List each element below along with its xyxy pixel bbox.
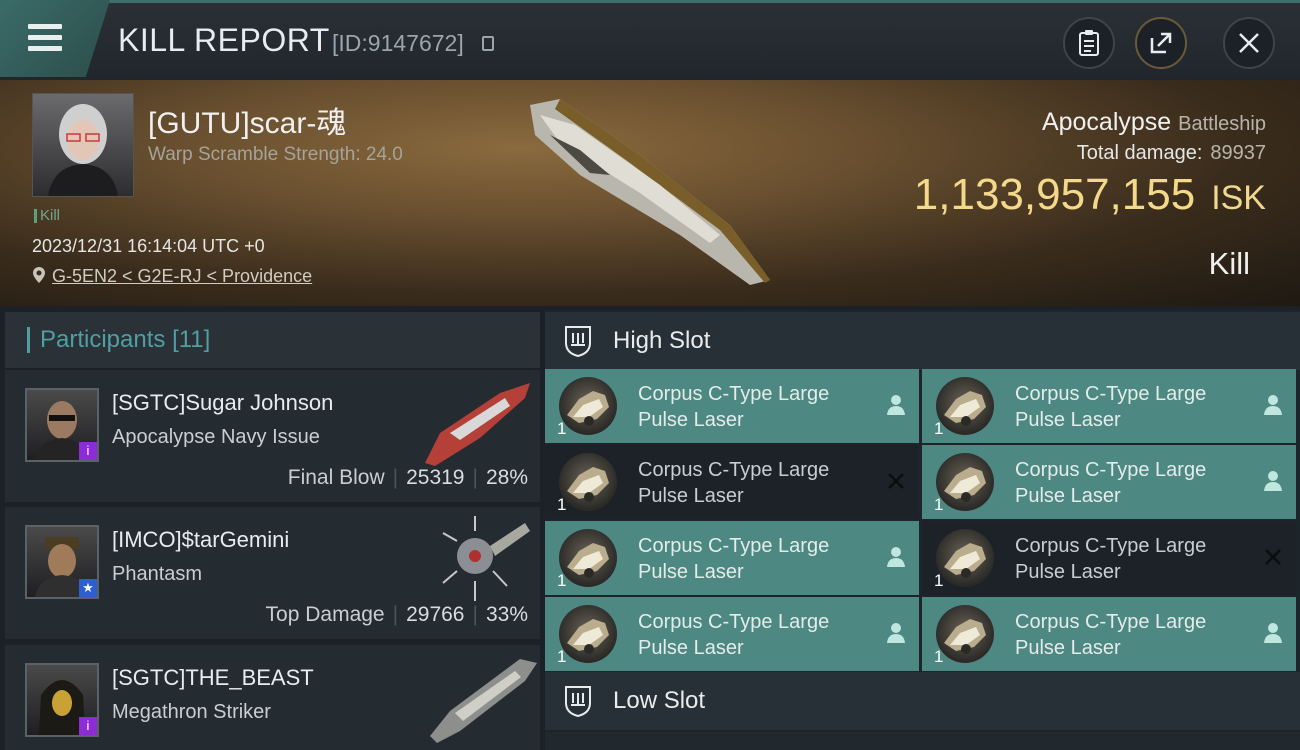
ship-name: Apocalypse bbox=[1041, 108, 1172, 136]
close-button[interactable] bbox=[1223, 17, 1275, 69]
participant-ship: Apocalypse Navy Issue bbox=[112, 426, 320, 448]
module-quantity: 1 bbox=[934, 647, 944, 666]
module-quantity: 1 bbox=[934, 495, 944, 514]
pulse-laser-icon bbox=[936, 453, 994, 511]
pulse-laser-icon bbox=[936, 605, 994, 663]
module-quantity: 1 bbox=[934, 419, 944, 438]
dropped-person-icon bbox=[1264, 395, 1282, 415]
victim-ship-image bbox=[530, 99, 770, 285]
copy-icon[interactable] bbox=[482, 36, 494, 51]
participant-ship-image bbox=[442, 516, 530, 601]
participant-ship: Megathron Striker bbox=[112, 701, 271, 723]
module-name: Corpus C-Type Large Pulse Laser bbox=[1015, 383, 1207, 431]
kill-location-link[interactable]: G-5EN2 < G2E-RJ < Providence bbox=[32, 266, 312, 287]
pulse-laser-icon bbox=[559, 377, 617, 435]
participant-name: [IMCO]$tarGemini bbox=[112, 527, 290, 552]
participant-row[interactable]: ★ [IMCO]$tarGemini Phantasm Top Damage | 2… bbox=[5, 507, 540, 639]
module-quantity: 1 bbox=[557, 571, 567, 590]
total-damage: Total damage: 89937 bbox=[1077, 142, 1266, 165]
destroyed-x-icon bbox=[1265, 549, 1281, 565]
clipboard-icon bbox=[1079, 30, 1099, 56]
pulse-laser-icon bbox=[936, 529, 994, 587]
role-badge: i bbox=[79, 717, 97, 735]
close-icon bbox=[1239, 33, 1259, 53]
ship-class: Battleship bbox=[1178, 113, 1266, 135]
participant-row[interactable]: i [SGTC]Sugar Johnson Apocalypse Navy Is… bbox=[5, 370, 540, 502]
module-name: Corpus C-Type Large Pulse Laser bbox=[638, 459, 830, 507]
kill-result: Kill bbox=[1208, 246, 1250, 281]
module-card[interactable]: 1 Corpus C-Type Large Pulse Laser bbox=[922, 521, 1296, 595]
dropped-person-icon bbox=[887, 395, 905, 415]
pulse-laser-icon bbox=[936, 377, 994, 435]
participant-stats: Top Damage | 29766 | 33% bbox=[265, 603, 528, 626]
module-quantity: 1 bbox=[557, 419, 567, 438]
dropped-person-icon bbox=[887, 623, 905, 643]
kill-tag: Kill bbox=[34, 207, 60, 224]
victim-ship[interactable]: Apocalypse Battleship bbox=[1042, 108, 1266, 137]
victim-avatar[interactable] bbox=[32, 93, 134, 197]
total-damage-value: 89937 bbox=[1210, 142, 1266, 164]
victim-name[interactable]: [GUTU]scar-魂 bbox=[148, 98, 346, 142]
module-name: Corpus C-Type Large Pulse Laser bbox=[638, 383, 830, 431]
location-pin-icon bbox=[33, 267, 45, 283]
participants-count: [11] bbox=[172, 326, 211, 353]
role-badge: i bbox=[79, 442, 97, 460]
module-card[interactable]: 1 Corpus C-Type Large Pulse Laser bbox=[922, 369, 1296, 443]
destroyed-x-icon bbox=[888, 473, 904, 489]
low-slot-modules-partial bbox=[545, 732, 1300, 750]
low-slot-icon bbox=[565, 686, 591, 717]
participant-ship: Phantasm bbox=[112, 563, 203, 585]
share-icon bbox=[1150, 32, 1172, 54]
high-slot-icon bbox=[565, 326, 591, 357]
module-card[interactable]: 1 Corpus C-Type Large Pulse Laser bbox=[545, 445, 919, 519]
dropped-person-icon bbox=[1264, 471, 1282, 491]
kill-datetime: 2023/12/31 16:14:04 UTC +0 bbox=[32, 236, 265, 256]
low-slot-title: Low Slot bbox=[613, 687, 706, 714]
participant-avatar[interactable]: i bbox=[25, 388, 99, 462]
isk-amount: 1,133,957,155 bbox=[913, 170, 1196, 219]
pulse-laser-icon bbox=[559, 529, 617, 587]
participant-avatar[interactable]: i bbox=[25, 663, 99, 737]
participant-avatar[interactable]: ★ bbox=[25, 525, 99, 599]
module-name: Corpus C-Type Large Pulse Laser bbox=[1015, 535, 1207, 583]
high-slot-title: High Slot bbox=[613, 327, 711, 354]
role-badge: ★ bbox=[79, 579, 97, 597]
participant-row[interactable]: i [SGTC]THE_BEAST Megathron Striker bbox=[5, 645, 540, 750]
dropped-person-icon bbox=[1264, 623, 1282, 643]
module-quantity: 1 bbox=[557, 495, 567, 514]
participant-name: [SGTC]THE_BEAST bbox=[112, 665, 314, 690]
page-title: KILL REPORT bbox=[118, 22, 330, 58]
module-name: Corpus C-Type Large Pulse Laser bbox=[638, 535, 830, 583]
module-quantity: 1 bbox=[934, 571, 944, 590]
isk-value: 1,133,957,155 ISK bbox=[914, 170, 1266, 220]
module-card[interactable]: 1 Corpus C-Type Large Pulse Laser bbox=[545, 369, 919, 443]
warp-scramble-strength: Warp Scramble Strength: 24.0 bbox=[148, 144, 403, 165]
low-slot-header[interactable]: Low Slot bbox=[545, 672, 1300, 730]
module-name: Corpus C-Type Large Pulse Laser bbox=[1015, 611, 1207, 659]
module-name: Corpus C-Type Large Pulse Laser bbox=[1015, 459, 1207, 507]
module-card[interactable]: 1 Corpus C-Type Large Pulse Laser bbox=[545, 597, 919, 671]
participant-ship-image bbox=[425, 383, 530, 466]
participant-stats: Final Blow | 25319 | 28% bbox=[287, 466, 528, 489]
module-card[interactable]: 1 Corpus C-Type Large Pulse Laser bbox=[922, 597, 1296, 671]
participant-ship-image bbox=[430, 659, 537, 743]
module-card[interactable]: 1 Corpus C-Type Large Pulse Laser bbox=[545, 521, 919, 595]
report-id: [ID:9147672] bbox=[332, 30, 464, 56]
clipboard-button[interactable] bbox=[1063, 17, 1115, 69]
module-card[interactable]: 1 Corpus C-Type Large Pulse Laser bbox=[922, 445, 1296, 519]
isk-unit: ISK bbox=[1211, 179, 1266, 217]
share-button[interactable] bbox=[1135, 17, 1187, 69]
pulse-laser-icon bbox=[559, 605, 617, 663]
module-name: Corpus C-Type Large Pulse Laser bbox=[638, 611, 830, 659]
total-damage-label: Total damage: bbox=[1076, 142, 1203, 164]
participants-title: Participants [11] bbox=[40, 326, 211, 353]
dropped-person-icon bbox=[887, 547, 905, 567]
module-quantity: 1 bbox=[557, 647, 567, 666]
high-slot-header[interactable]: High Slot bbox=[545, 312, 1300, 370]
pulse-laser-icon bbox=[559, 453, 617, 511]
participant-name: [SGTC]Sugar Johnson bbox=[112, 390, 334, 415]
